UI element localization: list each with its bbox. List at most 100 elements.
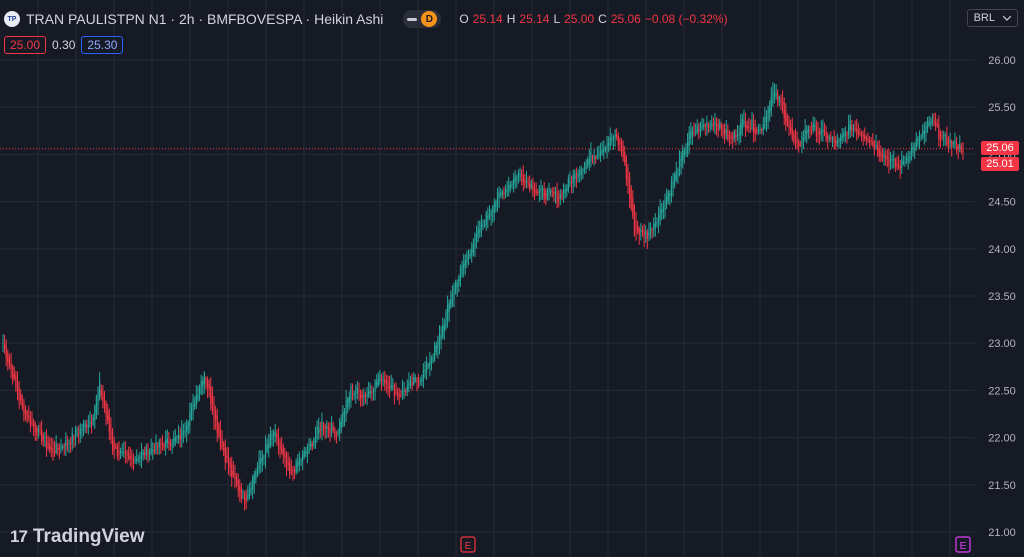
candle-body [794,137,797,145]
candle-body [78,433,80,435]
candle [696,119,698,135]
candle [683,147,685,164]
candle [935,112,937,132]
candle-body [599,150,602,156]
candle-body [720,124,722,128]
candle-body [513,178,515,186]
candle-body [946,135,948,145]
delayed-data-badge[interactable]: D [421,11,438,27]
candle-body [398,394,400,396]
candle-body [899,166,901,171]
last-price-tag: 25.06 [981,141,1019,155]
candle [906,152,908,165]
candle-body [206,380,209,388]
candle-body [145,446,147,455]
candle-body [374,381,376,392]
candle-body [426,361,428,373]
candle [234,464,236,489]
y-tick-label: 25.50 [988,102,1016,114]
candle [543,181,545,204]
candle [856,118,858,141]
candle-body [939,131,942,141]
candle-body [194,403,196,407]
candle [12,364,14,385]
earnings-marker[interactable]: E [955,536,971,553]
candle [793,130,795,145]
candle-body [229,461,231,468]
ask-price[interactable]: 25.30 [81,36,124,54]
bid-price[interactable]: 25.00 [4,36,47,54]
close-value: 25.06 [610,12,641,26]
candle [590,142,592,168]
candle-body [918,133,921,141]
candle [15,370,17,392]
candle-body [662,208,665,212]
earnings-marker-label: E [960,541,967,552]
candle-body [928,121,930,126]
candle-body [8,357,11,366]
candle-body [12,366,14,382]
candle [661,203,663,221]
candle-body [366,394,368,397]
candle-body [656,222,658,225]
candle [881,147,884,162]
candle-body [292,468,294,472]
candle-body [66,443,69,445]
candle-body [706,122,708,127]
candle-body [284,451,286,458]
price-chart[interactable]: 26.00 25.50 25.00 24.50 24.00 23.50 23.00 22.50… [0,0,1024,557]
candle-body [596,155,598,158]
earnings-marker[interactable]: E [460,536,476,553]
y-tick-label: 21.50 [988,480,1016,492]
candle-body [55,443,57,453]
candle-body [930,122,932,124]
candle-body [836,141,838,144]
candle [685,143,687,157]
candle-body [751,120,753,128]
candle [756,126,758,135]
candle-body [728,135,731,137]
candle [537,188,539,196]
candle [459,264,462,287]
candle-body [335,433,338,435]
candle [514,170,516,190]
candle [382,371,384,387]
candle [303,446,305,460]
candle-body [492,209,494,214]
candle [612,134,615,150]
candle [928,115,930,128]
candle-body [49,445,51,449]
candle [102,385,104,409]
candle [807,125,809,140]
candle-body [591,156,594,161]
candle-body [142,451,144,456]
candle-body [432,356,434,362]
symbol-title[interactable]: TRAN PAULISTPN N1 · 2h · BMFBOVESPA · He… [26,11,383,27]
candle [347,396,349,414]
candle-body [764,116,766,128]
open-label: O [459,12,469,26]
candle [160,438,162,455]
candle [385,374,387,393]
tradingview-logo[interactable]: 17 TradingView [10,526,145,548]
candle [513,172,515,193]
candle [169,438,172,451]
candle-body [525,181,528,183]
candle [498,186,500,208]
candle [255,468,257,484]
candle-body [854,128,856,130]
candle [177,424,180,445]
candle-body [308,442,310,452]
candle-body [329,428,331,435]
tradingview-mark-icon: 17 [10,527,28,546]
candle-body [938,124,940,139]
candle [39,422,41,436]
chart-status-chips[interactable]: D [403,10,442,28]
candle [327,422,329,438]
candle [959,135,961,153]
currency-selector[interactable]: BRL [966,9,1018,27]
symbol-logo-icon[interactable]: TP [4,11,20,27]
candle [910,142,913,161]
candle [274,423,276,443]
candle [759,123,761,135]
